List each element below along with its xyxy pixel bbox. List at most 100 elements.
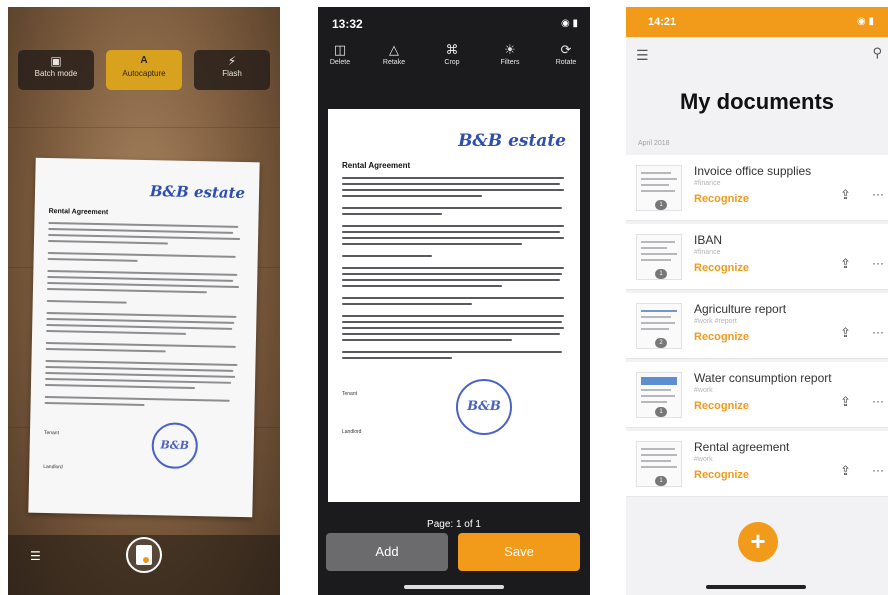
list-item[interactable]: 1 Invoice office supplies #finance Recog…	[626, 155, 888, 221]
delete-button[interactable]: ◫ Delete	[320, 43, 360, 67]
text-line	[342, 351, 562, 353]
captured-document-preview: B&B estate Rental Agreement Tenant Landl…	[28, 157, 260, 518]
share-icon[interactable]: ⇪	[840, 394, 851, 410]
text-line	[342, 207, 562, 209]
text-line	[342, 321, 562, 323]
text-line	[342, 279, 560, 281]
home-indicator[interactable]	[706, 585, 806, 589]
more-icon[interactable]: ···	[872, 463, 884, 477]
thumb-line	[641, 184, 669, 186]
thumb-line	[641, 172, 671, 174]
text-line	[45, 359, 238, 366]
status-icons: ◉ ▮	[856, 16, 874, 27]
scanned-document: B&B estate Rental Agreement Tenant Landl…	[328, 109, 580, 502]
recognize-button[interactable]: Recognize	[694, 262, 749, 274]
thumb-line	[641, 253, 677, 255]
text-line	[342, 315, 564, 317]
thumb-line	[641, 322, 675, 324]
landlord-label: Landlord	[342, 429, 362, 435]
recognize-button[interactable]: Recognize	[694, 400, 749, 412]
company-stamp: B&B	[456, 379, 512, 435]
autocapture-button[interactable]: A Autocapture	[106, 50, 182, 90]
text-line	[45, 341, 236, 348]
document-thumbnail: 1	[636, 441, 682, 487]
menu-icon[interactable]: ☰	[636, 47, 649, 64]
share-icon[interactable]: ⇪	[840, 325, 851, 341]
share-icon[interactable]: ⇪	[840, 187, 851, 203]
stamp-text: B&B	[467, 399, 501, 414]
text-line	[48, 227, 234, 234]
share-icon[interactable]: ⇪	[840, 256, 851, 272]
text-line	[342, 339, 512, 341]
text-line	[48, 233, 241, 240]
autocapture-label: Autocapture	[122, 69, 166, 78]
document-title: Rental Agreement	[48, 207, 109, 217]
batch-mode-label: Batch mode	[34, 69, 78, 78]
document-thumbnail: 1	[636, 234, 682, 280]
document-name: Agriculture report	[694, 302, 787, 316]
text-line	[44, 383, 195, 390]
recognize-button[interactable]: Recognize	[694, 193, 749, 205]
text-line	[342, 285, 502, 287]
list-item[interactable]: 1 Water consumption report #work Recogni…	[626, 362, 888, 428]
documents-screen: 14:21 ◉ ▮ ☰ ⚲ My documents April 2018 1 …	[626, 7, 888, 595]
more-icon[interactable]: ···	[872, 394, 884, 408]
add-document-button[interactable]: +	[738, 522, 778, 562]
filters-button[interactable]: ☀ Filters	[490, 42, 530, 67]
flash-icon: ⚡	[227, 54, 237, 68]
save-button[interactable]: Save	[458, 533, 580, 571]
retake-button[interactable]: △ Retake	[374, 43, 414, 67]
text-line	[44, 395, 230, 402]
share-icon[interactable]: ⇪	[840, 463, 851, 479]
flash-button[interactable]: ⚡ Flash	[194, 50, 270, 90]
list-item[interactable]: 2 Agriculture report #work #report Recog…	[626, 293, 888, 359]
thumb-line	[641, 401, 667, 403]
text-line	[342, 273, 562, 275]
page-count-badge: 1	[655, 269, 667, 279]
text-line	[47, 281, 240, 288]
text-line	[342, 189, 564, 191]
text-line	[342, 303, 472, 305]
text-line	[48, 221, 239, 228]
text-line	[45, 371, 236, 378]
text-line	[46, 287, 207, 294]
document-tags: #work #report	[694, 318, 737, 325]
wood-grain	[8, 127, 280, 128]
page-count-badge: 1	[655, 407, 667, 417]
retake-label: Retake	[382, 59, 406, 66]
row-divider	[626, 358, 888, 359]
list-item[interactable]: 1 Rental agreement #work Recognize ⇪ ···	[626, 431, 888, 497]
page-count-badge: 1	[655, 200, 667, 210]
rotate-button[interactable]: ⟳ Rotate	[546, 43, 586, 67]
text-line	[342, 183, 560, 185]
recognize-button[interactable]: Recognize	[694, 469, 749, 481]
text-line	[47, 239, 168, 245]
list-icon[interactable]: ☰	[30, 549, 42, 563]
search-icon[interactable]: ⚲	[872, 45, 882, 61]
stamp-text: B&B	[160, 438, 190, 452]
text-line	[46, 299, 127, 304]
text-line	[342, 297, 564, 299]
more-icon[interactable]: ···	[872, 256, 884, 270]
thumb-line	[641, 259, 671, 261]
text-line	[47, 269, 238, 276]
batch-mode-button[interactable]: ▣ Batch mode	[18, 50, 94, 90]
text-line	[47, 257, 138, 262]
home-indicator[interactable]	[404, 585, 504, 589]
text-line	[45, 347, 166, 353]
crop-button[interactable]: ⌘ Crop	[432, 43, 472, 67]
camera-screen: ▣ Batch mode A Autocapture ⚡ Flash B&B e…	[8, 7, 280, 595]
capture-button[interactable]	[126, 537, 162, 573]
text-line	[342, 213, 442, 215]
list-item[interactable]: 1 IBAN #finance Recognize ⇪ ···	[626, 224, 888, 290]
recognize-button[interactable]: Recognize	[694, 331, 749, 343]
tenant-label: Tenant	[43, 429, 60, 437]
navigation-bar: ☰ ⚲	[626, 37, 888, 73]
text-line	[342, 177, 564, 179]
more-icon[interactable]: ···	[872, 187, 884, 201]
add-page-button[interactable]: Add	[326, 533, 448, 571]
filters-icon: ☀	[504, 42, 516, 57]
document-thumbnail: 2	[636, 303, 682, 349]
page-indicator: Page: 1 of 1	[427, 519, 481, 530]
more-icon[interactable]: ···	[872, 325, 884, 339]
